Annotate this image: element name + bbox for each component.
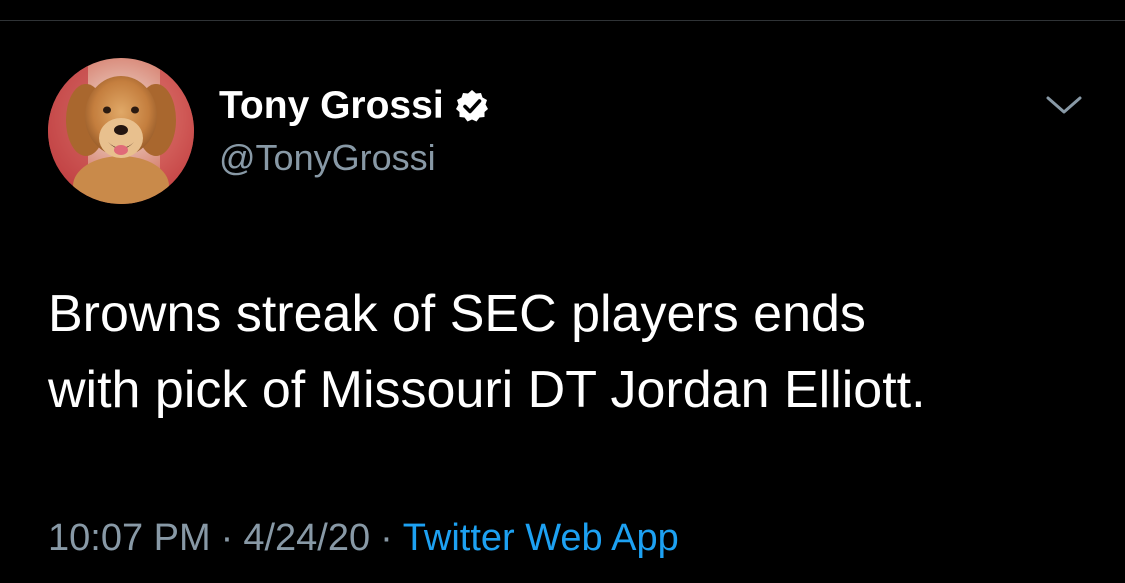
chevron-down-icon xyxy=(1046,96,1082,114)
author-name-row[interactable]: Tony Grossi xyxy=(219,84,490,128)
top-divider xyxy=(0,20,1125,21)
meta-separator: · xyxy=(380,517,393,559)
tweet-date[interactable]: 4/24/20 xyxy=(243,517,370,559)
tweet-source-link[interactable]: Twitter Web App xyxy=(403,517,679,559)
verified-badge-icon xyxy=(454,88,490,124)
author-handle[interactable]: @TonyGrossi xyxy=(219,136,436,180)
tweet-text: Browns streak of SEC players ends with p… xyxy=(48,276,1098,428)
author-display-name: Tony Grossi xyxy=(219,84,444,127)
meta-separator: · xyxy=(220,517,234,559)
tweet-text-line: with pick of Missouri DT Jordan Elliott. xyxy=(48,361,926,419)
author-avatar[interactable] xyxy=(48,58,194,204)
tweet-text-line: Browns streak of SEC players ends xyxy=(48,285,866,343)
tweet-menu-button[interactable] xyxy=(1040,86,1088,126)
tweet-time[interactable]: 10:07 PM xyxy=(48,517,211,559)
golden-retriever-avatar-icon xyxy=(48,58,194,204)
tweet-meta: 10:07 PM · 4/24/20 · Twitter Web App xyxy=(48,513,679,563)
